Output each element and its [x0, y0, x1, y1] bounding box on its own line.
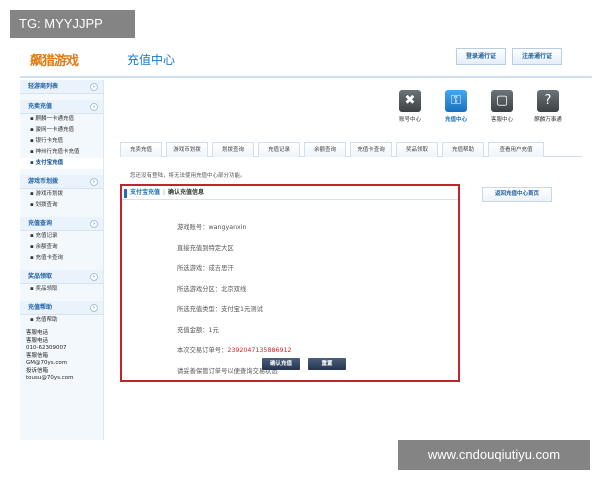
- sidebar-group-title: 游戏币划拨: [28, 178, 59, 185]
- tab-help[interactable]: 充值帮助: [442, 142, 484, 157]
- sidebar-group-title: 充卖充值: [28, 103, 53, 110]
- sidebar-item[interactable]: ▪ 神州行充值卡充值: [20, 147, 103, 158]
- tab-recharge-record[interactable]: 充值记录: [258, 142, 300, 157]
- sidebar-item[interactable]: ▪ 余额查询: [20, 242, 103, 253]
- tab-user-recharge[interactable]: 查看用户充值: [488, 142, 544, 157]
- info-row-server: 所选游戏分区：北京双线: [177, 285, 247, 293]
- icon-label: 客服中心: [490, 117, 513, 123]
- brand-logo[interactable]: 飙猎游戏: [30, 50, 79, 69]
- contact-line: 客服信箱: [26, 352, 49, 359]
- service-center-button[interactable]: ▢ 客服中心: [483, 90, 521, 123]
- key-icon: ⚿: [445, 90, 467, 112]
- contact-line: 客服电话: [26, 330, 49, 336]
- sidebar-group-header[interactable]: 轻游商列表 ›: [20, 80, 103, 94]
- back-to-home-button[interactable]: 返回充值中心首页: [482, 187, 552, 202]
- confirm-recharge-button[interactable]: 确认充值: [262, 358, 300, 370]
- info-row-type: 所选充值类型：支付宝1元测试: [177, 306, 263, 313]
- chevron-right-icon[interactable]: ›: [90, 304, 98, 312]
- chevron-right-icon[interactable]: ›: [90, 103, 98, 111]
- watermark-bottom-right: www.cndouqiutiyu.com: [398, 440, 590, 470]
- contact-line[interactable]: GM@70ys.com: [26, 360, 103, 368]
- info-row-amount: 充值金额：1元: [177, 326, 219, 334]
- tab-recharge[interactable]: 充卖充值: [120, 142, 162, 157]
- sidebar-item[interactable]: ▪ 银行卡充值: [20, 136, 103, 147]
- sidebar-group-title: 充值查询: [28, 220, 53, 227]
- tab-prize[interactable]: 奖品领取: [396, 142, 438, 157]
- tab-coin-transfer[interactable]: 游戏币划拨: [166, 142, 208, 157]
- contact-info: 客服电话 客服电话 010-62309007 客服信箱 GM@70ys.com …: [20, 326, 103, 383]
- tab-balance-query[interactable]: 余额查询: [304, 142, 346, 157]
- header: 飙猎游戏 充值中心 登录通行证 注册通行证: [20, 40, 592, 78]
- sidebar: 轻游商列表 › 充卖充值 › ▪ 麒麟一卡通充值 ▪ 骏网一卡通充值 ▪ 银行卡充值…: [20, 80, 104, 440]
- sidebar-item[interactable]: ▪ 奖品领取: [20, 284, 103, 295]
- info-row-account: 游戏账号：wangyanxin: [177, 224, 247, 231]
- icon-label: 麒麟万事通: [534, 117, 562, 123]
- panel-header: 支付宝充值 | 确认充值信息: [122, 186, 458, 200]
- recharge-center-button[interactable]: ⚿ 充值中心: [437, 90, 475, 123]
- panel-title: 确认充值信息: [168, 189, 205, 196]
- register-passport-button[interactable]: 注册通行证: [512, 48, 562, 65]
- page-title: 充值中心: [127, 53, 176, 67]
- login-passport-button[interactable]: 登录通行证: [456, 48, 506, 65]
- chevron-right-icon[interactable]: ›: [90, 220, 98, 228]
- watermark-top-left: TG: MYYJJPP: [10, 10, 135, 38]
- sidebar-group-header[interactable]: 充卖充值 ›: [20, 100, 103, 114]
- top-icon-nav: ✖ 账号中心 ⚿ 充值中心 ▢ 客服中心 ? 麒麟万事通: [391, 90, 567, 123]
- sidebar-item[interactable]: ▪ 划拨查询: [20, 200, 103, 211]
- icon-label: 账号中心: [398, 117, 421, 123]
- sidebar-group-title: 奖品领取: [28, 273, 53, 280]
- tools-icon: ✖: [399, 90, 421, 112]
- sidebar-item-active[interactable]: ▪ 支付宝充值: [20, 158, 103, 169]
- tab-transfer-query[interactable]: 划拨查询: [212, 142, 254, 157]
- panel-tab-alipay[interactable]: 支付宝充值: [130, 186, 160, 200]
- login-notice: 您还没有登陆，将无法使用充值中心部分功能。: [130, 173, 246, 179]
- contact-line: 010-62309007: [26, 345, 67, 351]
- page: TG: MYYJJPP 飙猎游戏 充值中心 登录通行证 注册通行证 轻游商列表 ›…: [0, 0, 600, 480]
- info-row-game: 所选游戏：成吉思汗: [177, 265, 234, 272]
- tab-bar: 充卖充值 游戏币划拨 划拨查询 充值记录 余额查询 充值卡查询 奖品领取 充值帮…: [120, 142, 582, 157]
- icon-label: 充值中心: [444, 117, 467, 123]
- main-content: ✖ 账号中心 ⚿ 充值中心 ▢ 客服中心 ? 麒麟万事通 充卖充值 游戏币划拨 …: [104, 80, 592, 440]
- chevron-right-icon[interactable]: ›: [90, 273, 98, 281]
- sidebar-item[interactable]: ▪ 游戏币划拨: [20, 189, 103, 200]
- sidebar-group-header[interactable]: 充值帮助 ›: [20, 301, 103, 315]
- sidebar-group-title: 轻游商列表: [28, 83, 59, 90]
- help-icon: ?: [537, 90, 559, 112]
- panel-marker: [124, 189, 127, 198]
- reset-button[interactable]: 重置: [308, 358, 346, 370]
- sidebar-item[interactable]: ▪ 骏网一卡通充值: [20, 125, 103, 136]
- chevron-right-icon[interactable]: ›: [90, 83, 98, 91]
- sidebar-group-header[interactable]: 游戏币划拨 ›: [20, 175, 103, 189]
- sidebar-group-header[interactable]: 奖品领取 ›: [20, 270, 103, 284]
- sidebar-group-header[interactable]: 充值查询 ›: [20, 217, 103, 231]
- contact-line: 客服电话: [26, 337, 49, 344]
- confirm-panel: 支付宝充值 | 确认充值信息 游戏账号：wangyanxin 直接充值到特定大区 所…: [120, 184, 460, 382]
- contact-line[interactable]: tousu@70ys.com: [26, 375, 103, 383]
- help-button[interactable]: ? 麒麟万事通: [529, 90, 567, 123]
- sidebar-item[interactable]: ▪ 麒麟一卡通充值: [20, 114, 103, 125]
- panel-separator: |: [163, 189, 166, 196]
- button-row: 确认充值 重置: [262, 358, 354, 370]
- sidebar-item[interactable]: ▪ 充值记录: [20, 231, 103, 242]
- sidebar-group-title: 充值帮助: [28, 304, 53, 311]
- sidebar-item[interactable]: ▪ 充值卡查询: [20, 253, 103, 264]
- info-row-direct: 直接充值到特定大区: [177, 244, 234, 252]
- account-center-button[interactable]: ✖ 账号中心: [391, 90, 429, 123]
- chat-icon: ▢: [491, 90, 513, 112]
- contact-line: 投诉信箱: [26, 367, 49, 374]
- tab-card-query[interactable]: 充值卡查询: [350, 142, 392, 157]
- chevron-right-icon[interactable]: ›: [90, 178, 98, 186]
- sidebar-item[interactable]: ▪ 充值帮助: [20, 315, 103, 326]
